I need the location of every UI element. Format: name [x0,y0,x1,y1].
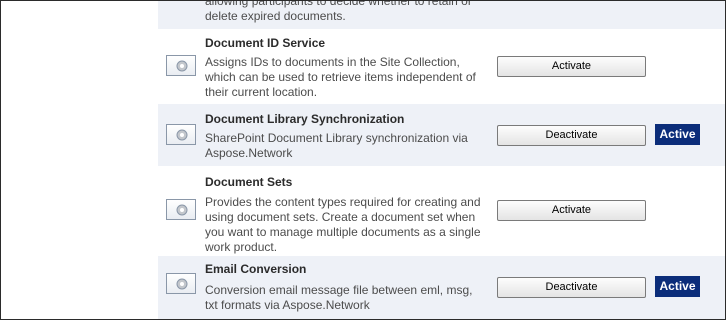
deactivate-button[interactable]: Deactivate [497,277,646,298]
feature-description-line: Provides the content types required for … [205,195,481,209]
feature-gear-icon [166,273,196,294]
feature-row-document-library-synchronization: Document Library Synchronization SharePo… [158,104,725,166]
feature-title: Document Sets [205,175,293,189]
feature-description-line: allowing participants to decide whether … [205,0,472,8]
feature-row: allowing participants to decide whether … [158,0,725,29]
deactivate-button[interactable]: Deactivate [497,125,646,146]
feature-description: allowing participants to decide whether … [205,0,495,24]
feature-description-line: Conversion email message file between em… [205,283,473,297]
status-badge-active: Active [655,124,700,145]
feature-row-email-conversion: Email Conversion Conversion email messag… [158,256,725,319]
feature-description-line: Aspose.Network [205,146,293,160]
feature-description-line: their current location. [205,85,318,99]
site-features-list: allowing participants to decide whether … [158,0,725,319]
feature-row-document-sets: Document Sets Provides the content types… [158,166,725,256]
feature-title: Document ID Service [205,36,326,50]
status-badge-active: Active [655,276,700,297]
feature-gear-icon [166,55,196,76]
feature-description: Provides the content types required for … [205,195,495,255]
feature-description-line: you want to manage multiple documents as… [205,225,481,239]
feature-description-line: Assigns IDs to documents in the Site Col… [205,55,460,69]
feature-title: Document Library Synchronization [205,112,405,126]
feature-description-line: SharePoint Document Library synchronizat… [205,131,468,145]
feature-description-line: txt formats via Aspose.Network [205,298,370,312]
feature-description: Assigns IDs to documents in the Site Col… [205,55,495,100]
feature-row-document-id-service: Document ID Service Assigns IDs to docum… [158,29,725,104]
feature-description: Conversion email message file between em… [205,283,495,313]
activate-button[interactable]: Activate [497,200,646,221]
feature-description-line: delete expired documents. [205,9,346,23]
feature-title: Email Conversion [205,262,307,276]
feature-description-line: using document sets. Create a document s… [205,210,476,224]
feature-description-line: work product. [205,240,278,254]
activate-button[interactable]: Activate [497,56,646,77]
feature-description: SharePoint Document Library synchronizat… [205,131,495,161]
window-frame: allowing participants to decide whether … [0,0,726,320]
feature-description-line: which can be used to retrieve items inde… [205,70,476,84]
feature-gear-icon [166,124,196,145]
feature-gear-icon [166,199,196,220]
